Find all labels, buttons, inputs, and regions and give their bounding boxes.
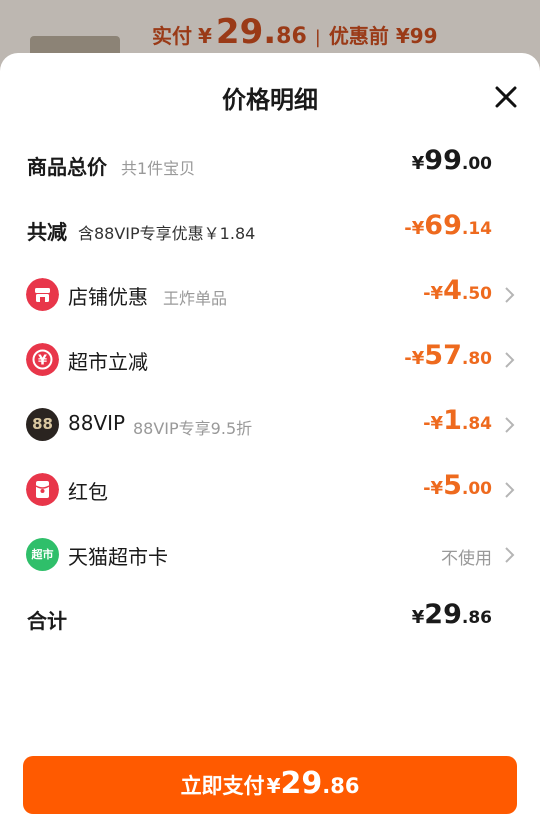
row-sub: 88VIP专享9.5折 — [133, 419, 253, 438]
88vip-icon: 88 — [26, 408, 59, 441]
svg-text:¥: ¥ — [38, 354, 47, 369]
row-label: 红包 — [68, 480, 108, 504]
paid-dec: 86 — [276, 24, 307, 49]
row-amount: ¥29.86 — [411, 599, 492, 630]
chevron-right-icon — [505, 547, 515, 563]
row-label: 合计 — [27, 609, 67, 633]
row-88vip[interactable]: 88 88VIP 88VIP专享9.5折 -¥ 1.84 — [0, 405, 540, 445]
row-label: 店铺优惠 — [68, 285, 148, 309]
chevron-right-icon — [505, 417, 515, 433]
row-amount: -¥ 69.14 — [404, 210, 492, 241]
yen-coupon-icon: ¥ — [26, 343, 59, 376]
paid-yen: ¥ — [198, 24, 212, 48]
sheet-title: 价格明细 — [222, 86, 318, 114]
before-discount: 优惠前 ¥99 — [328, 24, 438, 48]
row-sum: 合计 ¥29.86 — [0, 599, 540, 639]
row-label: 商品总价 — [27, 155, 107, 179]
price-detail-sheet: 价格明细 商品总价 共1件宝贝 ¥99.00 共减 含88VIP专享优惠￥1.8… — [0, 53, 540, 835]
row-amount: ¥99.00 — [411, 145, 492, 176]
row-item-total: 商品总价 共1件宝贝 ¥99.00 — [0, 145, 540, 185]
paid-label: 实付 — [152, 24, 192, 48]
pay-dec: .86 — [322, 774, 360, 798]
row-amount: -¥ 4.50 — [423, 275, 492, 306]
price-separator: | — [314, 27, 321, 48]
close-icon[interactable] — [492, 83, 520, 111]
background-price: 实付 ¥ 29. 86 | 优惠前 ¥99 — [152, 12, 438, 52]
shop-icon — [26, 278, 59, 311]
row-sub: 王炸单品 — [163, 289, 228, 308]
pay-now-button[interactable]: 立即支付 ¥ 29 .86 — [23, 756, 517, 814]
pay-yen: ¥ — [266, 774, 281, 798]
row-market-discount[interactable]: ¥ 超市立减 -¥ 57.80 — [0, 340, 540, 380]
pay-label: 立即支付 — [180, 774, 265, 798]
row-shop-discount[interactable]: 店铺优惠 王炸单品 -¥ 4.50 — [0, 275, 540, 315]
row-label: 共减 — [27, 220, 67, 244]
row-label: 88VIP — [68, 411, 126, 435]
row-tmall-market-card[interactable]: 超市 天猫超市卡 不使用 — [0, 535, 540, 575]
row-sub: 共1件宝贝 — [121, 159, 196, 178]
row-amount: -¥ 57.80 — [404, 340, 492, 371]
row-label: 超市立减 — [68, 350, 148, 374]
row-label: 天猫超市卡 — [68, 545, 168, 569]
chevron-right-icon — [505, 287, 515, 303]
row-red-packet[interactable]: 红包 -¥ 5.00 — [0, 470, 540, 510]
card-status: 不使用 — [441, 549, 492, 569]
row-amount: -¥ 5.00 — [423, 470, 492, 501]
tmall-market-icon: 超市 — [26, 538, 59, 571]
row-total-reduce: 共减 含88VIP专享优惠￥1.84 -¥ 69.14 — [0, 210, 540, 250]
chevron-right-icon — [505, 482, 515, 498]
chevron-right-icon — [505, 352, 515, 368]
red-packet-icon — [26, 473, 59, 506]
paid-int: 29. — [215, 12, 277, 52]
row-sub: 含88VIP专享优惠￥1.84 — [78, 224, 256, 243]
pay-int: 29 — [280, 766, 323, 801]
row-amount: -¥ 1.84 — [423, 405, 492, 436]
